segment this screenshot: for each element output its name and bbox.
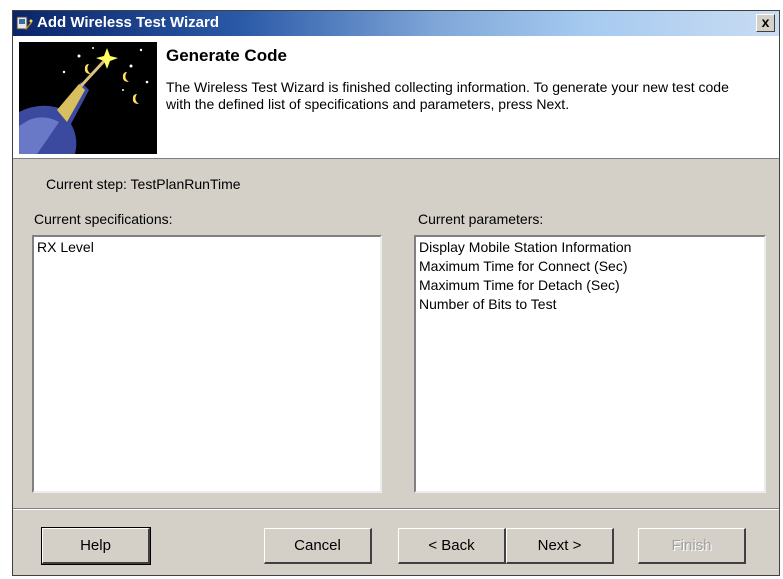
- wizard-header: Generate Code The Wireless Test Wizard i…: [13, 36, 779, 159]
- back-button[interactable]: < Back: [398, 528, 506, 564]
- wizard-app-icon: [16, 16, 33, 30]
- wizard-wand-icon: [19, 42, 157, 154]
- window-title: Add Wireless Test Wizard: [37, 14, 219, 31]
- close-button[interactable]: x: [756, 14, 775, 32]
- help-button[interactable]: Help: [41, 527, 151, 565]
- specifications-label: Current specifications:: [34, 211, 173, 227]
- button-separator: [13, 508, 779, 510]
- title-bar[interactable]: Add Wireless Test Wizard x: [13, 11, 779, 36]
- list-item[interactable]: RX Level: [37, 238, 377, 257]
- specifications-listbox[interactable]: RX Level: [32, 235, 382, 493]
- next-button[interactable]: Next >: [506, 528, 614, 564]
- cancel-button[interactable]: Cancel: [264, 528, 372, 564]
- step-title: Generate Code: [166, 46, 287, 65]
- finish-button: Finish: [638, 528, 746, 564]
- current-step-label: Current step: TestPlanRunTime: [46, 176, 241, 192]
- list-item[interactable]: Maximum Time for Connect (Sec): [419, 257, 761, 276]
- step-description: The Wireless Test Wizard is finished col…: [166, 79, 729, 112]
- wizard-dialog: Add Wireless Test Wizard x Generate Code…: [12, 10, 780, 576]
- list-item[interactable]: Number of Bits to Test: [419, 295, 761, 314]
- list-item[interactable]: Display Mobile Station Information: [419, 238, 761, 257]
- parameters-label: Current parameters:: [418, 211, 544, 227]
- list-item[interactable]: Maximum Time for Detach (Sec): [419, 276, 761, 295]
- parameters-listbox[interactable]: Display Mobile Station Information Maxim…: [414, 235, 766, 493]
